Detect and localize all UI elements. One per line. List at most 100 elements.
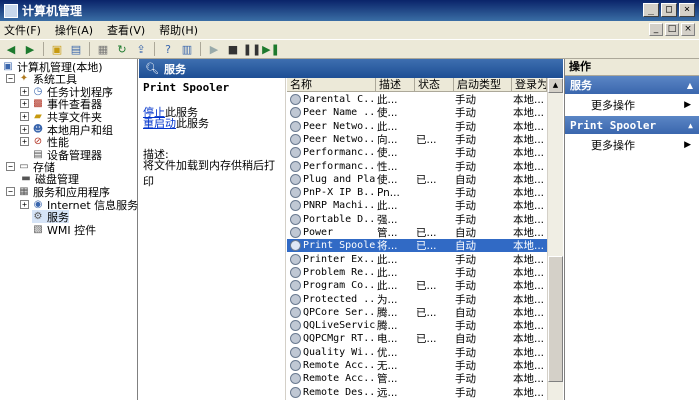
expand-icon[interactable]: + (20, 112, 29, 121)
tree-item-wmi[interactable]: ▧ WMI 控件 (32, 223, 96, 237)
play-icon[interactable]: ▶ (206, 41, 222, 57)
service-name-text: Program Co... (303, 280, 376, 292)
column-startup-type[interactable]: 启动类型 (454, 78, 512, 91)
service-gear-icon (290, 200, 301, 212)
menu-view[interactable]: 查看(V) (107, 22, 145, 38)
service-name-text: Peer Netwo... (303, 120, 376, 132)
service-row[interactable]: Power 管... 已... 自动 本地... (287, 226, 547, 239)
menu-help[interactable]: 帮助(H) (159, 22, 198, 38)
stop-icon[interactable]: ■ (225, 41, 241, 57)
cell-name: QQPCMgr RT... (287, 333, 376, 345)
service-row[interactable]: Quality Wi... 优... 手动 本地... (287, 346, 547, 359)
service-gear-icon (290, 253, 301, 265)
cell-status: 已... (416, 173, 437, 186)
service-name-text: QQPCMgr RT... (303, 333, 376, 345)
restart-icon[interactable]: ▶❚ (262, 41, 280, 57)
service-row[interactable]: QQPCMgr RT... 电... 已... 自动 本地... (287, 332, 547, 345)
cell-name: Portable D... (287, 213, 376, 225)
expand-icon[interactable]: + (20, 87, 29, 96)
child-minimize-button[interactable]: _ (649, 23, 663, 36)
cell-logon-as: 本地... (513, 386, 545, 399)
service-name-text: Portable D... (303, 213, 376, 225)
more-actions-print-spooler[interactable]: 更多操作 ▶ (565, 134, 699, 156)
service-row[interactable]: Printer Ex... 此... 手动 本地... (287, 253, 547, 266)
service-name-text: Peer Name ... (303, 107, 376, 119)
column-logon-as[interactable]: 登录为 (512, 78, 547, 91)
service-row[interactable]: Protected ... 为... 手动 本地... (287, 293, 547, 306)
service-row[interactable]: Remote Acc... 无... 手动 本地... (287, 359, 547, 372)
menu-bar: 文件(F) 操作(A) 查看(V) 帮助(H) _ □ × (0, 21, 699, 39)
forward-arrow-icon[interactable]: ▶ (22, 41, 38, 57)
expand-icon[interactable]: + (20, 137, 29, 146)
scroll-up-icon[interactable]: ▲ (548, 78, 563, 93)
refresh-icon[interactable]: ↻ (114, 41, 130, 57)
back-arrow-icon[interactable]: ◀ (3, 41, 19, 57)
service-row[interactable]: PnP-X IP B... Pn... 手动 本地... (287, 186, 547, 199)
vertical-scrollbar[interactable]: ▲ (547, 78, 563, 400)
service-row[interactable]: QQLiveService 腾... 手动 本地... (287, 319, 547, 332)
cell-name: QQLiveService (287, 320, 376, 332)
expand-icon[interactable]: + (20, 125, 29, 134)
help-icon[interactable]: ? (160, 41, 176, 57)
service-gear-icon (290, 120, 301, 132)
column-name[interactable]: 名称 (287, 78, 376, 91)
more-actions-services[interactable]: 更多操作 ▶ (565, 94, 699, 116)
properties-icon[interactable]: ▦ (95, 41, 111, 57)
restart-service-link[interactable]: 重启动 (143, 117, 176, 130)
service-row[interactable]: Plug and Play 使... 已... 自动 本地... (287, 173, 547, 186)
service-gear-icon (290, 94, 301, 105)
service-name-text: Remote Des... (303, 386, 376, 398)
service-gear-icon (290, 240, 301, 252)
collapse-icon[interactable]: − (6, 162, 15, 171)
service-row[interactable]: Remote Acc... 管... 手动 本地... (287, 372, 547, 385)
submenu-arrow-icon: ▶ (684, 100, 691, 110)
cell-description: 远... (377, 386, 398, 399)
service-row[interactable]: Remote Des... 远... 手动 本地... (287, 386, 547, 399)
selected-service-row[interactable]: Print Spooler 将... 已... 自动 本地... (287, 239, 547, 253)
service-row[interactable]: Portable D... 强... 手动 本地... (287, 213, 547, 226)
collapse-arrow-icon[interactable]: ▲ (688, 121, 693, 130)
collapse-arrow-icon[interactable]: ▲ (687, 81, 693, 90)
actions-section-print-spooler[interactable]: Print Spooler ▲ (565, 116, 699, 134)
close-button[interactable]: × (679, 3, 695, 17)
scroll-thumb[interactable] (548, 256, 563, 382)
service-name-text: QQLiveService (303, 320, 376, 332)
collapse-icon[interactable]: − (6, 187, 15, 196)
up-folder-icon[interactable]: ▣ (49, 41, 65, 57)
actions-section-services[interactable]: 服务 ▲ (565, 76, 699, 94)
service-gear-icon (290, 160, 301, 172)
collapse-icon[interactable]: − (6, 74, 15, 83)
submenu-arrow-icon: ▶ (684, 140, 691, 150)
menu-file[interactable]: 文件(F) (4, 22, 41, 38)
export-icon[interactable]: ⇪ (133, 41, 149, 57)
cell-name: Remote Des... (287, 386, 376, 398)
service-row[interactable]: Performanc... 性... 手动 本地... (287, 160, 547, 173)
cell-name: Quality Wi... (287, 346, 376, 358)
service-row[interactable]: Peer Netwo... 此... 手动 本地... (287, 120, 547, 133)
service-row[interactable]: QPCore Ser... 腾... 已... 自动 本地... (287, 306, 547, 319)
minimize-button[interactable]: _ (643, 3, 659, 17)
event-viewer-icon: ▩ (33, 97, 43, 109)
service-row[interactable]: PNRP Machi... 此... 手动 本地... (287, 199, 547, 212)
service-row[interactable]: Problem Re... 此... 手动 本地... (287, 266, 547, 279)
column-status[interactable]: 状态 (415, 78, 454, 91)
pause-icon[interactable]: ❚❚ (243, 41, 261, 57)
service-row[interactable]: Performanc... 使... 手动 本地... (287, 146, 547, 159)
column-description[interactable]: 描述 (376, 78, 415, 91)
maximize-button[interactable]: □ (661, 3, 677, 17)
menu-action[interactable]: 操作(A) (55, 22, 93, 38)
child-close-button[interactable]: × (681, 23, 695, 36)
mmc-icon[interactable]: ▥ (179, 41, 195, 57)
cell-name: Program Co... (287, 280, 376, 292)
show-tree-icon[interactable]: ▤ (68, 41, 84, 57)
service-name-text: PnP-X IP B... (303, 187, 376, 199)
service-row[interactable]: Parental C... 此... 手动 本地... (287, 93, 547, 106)
expand-icon[interactable]: + (20, 200, 29, 209)
service-row[interactable]: Peer Netwo... 向... 已... 手动 本地... (287, 133, 547, 146)
service-gear-icon (290, 306, 301, 318)
service-row[interactable]: Program Co... 此... 已... 手动 本地... (287, 279, 547, 292)
child-restore-button[interactable]: □ (665, 23, 679, 36)
service-row[interactable]: Peer Name ... 使... 手动 本地... (287, 106, 547, 119)
clock-icon: ◷ (33, 85, 43, 97)
expand-icon[interactable]: + (20, 99, 29, 108)
